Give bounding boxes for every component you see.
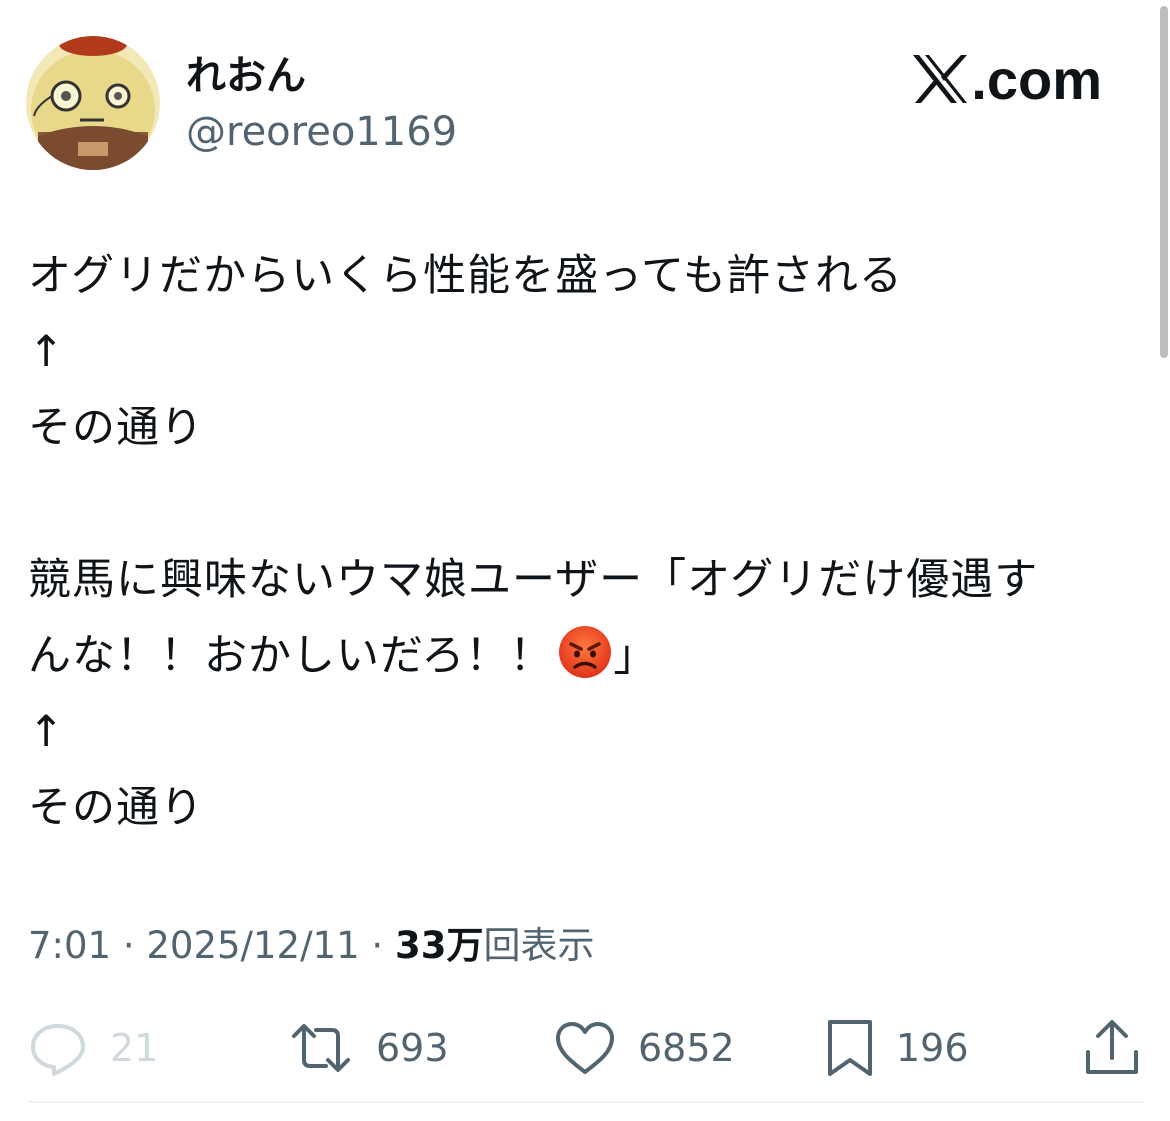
views-label: 回表示 xyxy=(483,924,595,967)
bookmark-icon xyxy=(826,1018,874,1078)
post-text: オグリだからいくら性能を盛っても許される ↑ その通り 競馬に興味ないウマ娘ユー… xyxy=(28,238,1138,846)
reply-icon xyxy=(28,1020,88,1076)
heart-icon xyxy=(554,1020,616,1076)
like-button[interactable]: 6852 xyxy=(554,1016,735,1080)
reply-button[interactable]: 21 xyxy=(28,1016,158,1080)
post-line: んな！！おかしいだろ！！ xyxy=(28,631,554,681)
repost-button[interactable]: 693 xyxy=(288,1016,449,1080)
post-line: その通り xyxy=(28,403,204,453)
angry-face-icon xyxy=(557,624,613,680)
post-line-with-emoji: んな！！おかしいだろ！！ 」 xyxy=(28,618,1138,694)
action-bar: 21 693 6852 196 xyxy=(0,1016,1170,1080)
scrollbar-thumb[interactable] xyxy=(1160,6,1168,358)
post-line-closing-bracket: 」 xyxy=(613,631,658,681)
x-com-logo: .com xyxy=(911,47,1102,111)
post-line xyxy=(28,466,1138,542)
like-count: 6852 xyxy=(638,1026,735,1070)
post-line: その通り xyxy=(28,783,204,833)
share-icon xyxy=(1084,1018,1140,1078)
views-count: 33万 xyxy=(394,924,484,967)
post-line: オグリだからいくら性能を盛っても許される xyxy=(28,251,903,301)
x-logo-icon xyxy=(911,53,969,105)
display-name[interactable]: れおん xyxy=(186,50,306,102)
repost-count: 693 xyxy=(376,1026,449,1070)
post-line: ↑ xyxy=(28,707,66,757)
post-line: 競馬に興味ないウマ娘ユーザー「オグリだけ優遇す xyxy=(28,555,1039,605)
user-handle[interactable]: @reoreo1169 xyxy=(186,106,457,158)
post-time[interactable]: 7:01 xyxy=(28,924,111,967)
reply-count: 21 xyxy=(110,1026,159,1070)
avatar[interactable] xyxy=(26,36,160,170)
brand-domain-text: .com xyxy=(971,47,1102,111)
repost-icon xyxy=(288,1020,354,1076)
post-meta: 7:01 · 2025/12/11 · 33万回表示 xyxy=(28,920,594,972)
bookmark-button[interactable]: 196 xyxy=(826,1016,969,1080)
share-button[interactable] xyxy=(1084,1016,1140,1080)
bookmark-count: 196 xyxy=(896,1026,969,1070)
post-line: ↑ xyxy=(28,327,66,377)
meta-separator: · xyxy=(359,924,395,967)
divider xyxy=(28,1101,1144,1103)
post-date[interactable]: 2025/12/11 xyxy=(146,924,359,967)
meta-separator: · xyxy=(111,924,147,967)
